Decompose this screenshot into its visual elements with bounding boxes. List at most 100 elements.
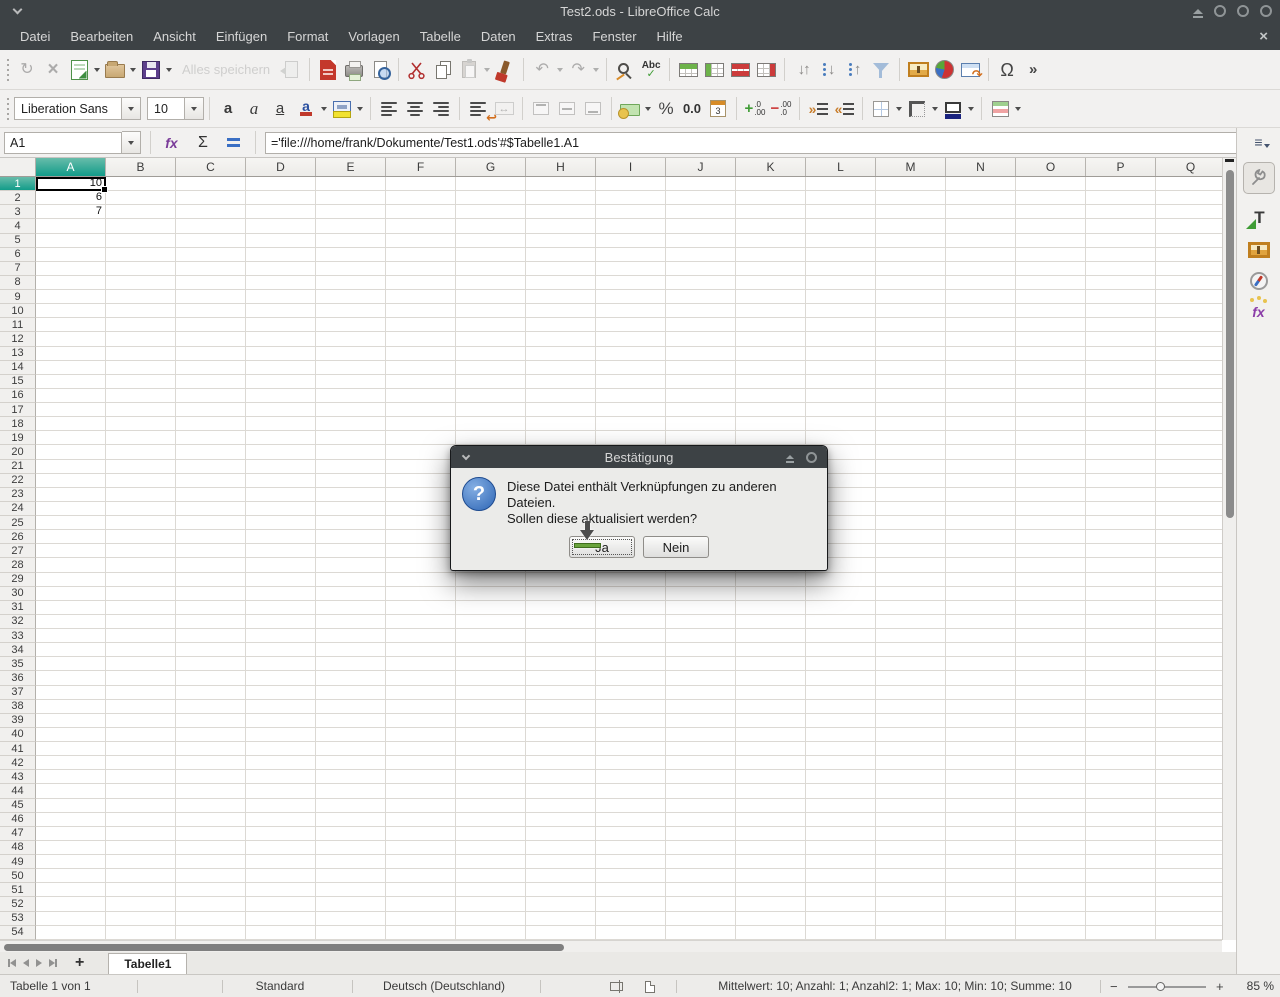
cell-F31[interactable]	[386, 601, 456, 615]
cell-A10[interactable]	[36, 304, 106, 318]
cell-N12[interactable]	[946, 332, 1016, 346]
cell-F38[interactable]	[386, 700, 456, 714]
percent-format-button[interactable]: %	[653, 95, 679, 122]
cell-I13[interactable]	[596, 347, 666, 361]
dialog-titlebar[interactable]: Bestätigung	[451, 446, 827, 468]
cell-A5[interactable]	[36, 234, 106, 248]
cell-Q6[interactable]	[1156, 248, 1222, 262]
cell-A29[interactable]	[36, 573, 106, 587]
cell-N13[interactable]	[946, 347, 1016, 361]
print-button[interactable]	[341, 56, 367, 83]
cell-J30[interactable]	[666, 587, 736, 601]
cell-N52[interactable]	[946, 897, 1016, 911]
cell-I37[interactable]	[596, 686, 666, 700]
cell-M44[interactable]	[876, 784, 946, 798]
cell-D14[interactable]	[246, 361, 316, 375]
cell-D3[interactable]	[246, 205, 316, 219]
cell-N44[interactable]	[946, 784, 1016, 798]
column-header-K[interactable]: K	[736, 158, 806, 176]
column-header-G[interactable]: G	[456, 158, 526, 176]
cell-P32[interactable]	[1086, 615, 1156, 629]
cell-P46[interactable]	[1086, 813, 1156, 827]
cell-Q11[interactable]	[1156, 318, 1222, 332]
cell-J44[interactable]	[666, 784, 736, 798]
cell-N47[interactable]	[946, 827, 1016, 841]
cell-M24[interactable]	[876, 502, 946, 516]
cell-F21[interactable]	[386, 460, 456, 474]
cell-Q12[interactable]	[1156, 332, 1222, 346]
cell-B45[interactable]	[106, 799, 176, 813]
row-header-46[interactable]: 46	[0, 813, 36, 827]
cell-A15[interactable]	[36, 375, 106, 389]
cell-G10[interactable]	[456, 304, 526, 318]
cell-C53[interactable]	[176, 912, 246, 926]
cell-O47[interactable]	[1016, 827, 1086, 841]
column-header-I[interactable]: I	[596, 158, 666, 176]
cell-F29[interactable]	[386, 573, 456, 587]
cell-H38[interactable]	[526, 700, 596, 714]
cell-P1[interactable]	[1086, 177, 1156, 191]
cell-P19[interactable]	[1086, 431, 1156, 445]
cell-A35[interactable]	[36, 657, 106, 671]
save-dropdown[interactable]	[166, 68, 172, 72]
cell-B32[interactable]	[106, 615, 176, 629]
cell-E21[interactable]	[316, 460, 386, 474]
underline-button[interactable]: a	[267, 95, 293, 122]
cell-O27[interactable]	[1016, 544, 1086, 558]
insert-chart-button[interactable]	[931, 56, 957, 83]
cell-N31[interactable]	[946, 601, 1016, 615]
cell-M20[interactable]	[876, 445, 946, 459]
cell-G15[interactable]	[456, 375, 526, 389]
cell-F44[interactable]	[386, 784, 456, 798]
row-header-36[interactable]: 36	[0, 671, 36, 685]
cell-O36[interactable]	[1016, 671, 1086, 685]
cell-C10[interactable]	[176, 304, 246, 318]
cell-G13[interactable]	[456, 347, 526, 361]
sort-descending-button[interactable]: ↓	[816, 56, 842, 83]
cell-H43[interactable]	[526, 770, 596, 784]
cell-J42[interactable]	[666, 756, 736, 770]
cell-I38[interactable]	[596, 700, 666, 714]
cell-A32[interactable]	[36, 615, 106, 629]
cell-B27[interactable]	[106, 544, 176, 558]
cell-A52[interactable]	[36, 897, 106, 911]
column-header-A[interactable]: A	[36, 158, 106, 176]
cell-B38[interactable]	[106, 700, 176, 714]
row-header-9[interactable]: 9	[0, 290, 36, 304]
cell-J45[interactable]	[666, 799, 736, 813]
cell-C6[interactable]	[176, 248, 246, 262]
row-header-27[interactable]: 27	[0, 544, 36, 558]
cell-H50[interactable]	[526, 869, 596, 883]
cell-K7[interactable]	[736, 262, 806, 276]
cell-H14[interactable]	[526, 361, 596, 375]
cell-B11[interactable]	[106, 318, 176, 332]
cell-F49[interactable]	[386, 855, 456, 869]
menu-einfuegen[interactable]: Einfügen	[206, 29, 277, 44]
cell-P38[interactable]	[1086, 700, 1156, 714]
cell-D4[interactable]	[246, 219, 316, 233]
borders-button[interactable]	[868, 95, 894, 122]
row-header-6[interactable]: 6	[0, 248, 36, 262]
cell-D52[interactable]	[246, 897, 316, 911]
cell-F24[interactable]	[386, 502, 456, 516]
sidebar-tab-navigator[interactable]	[1250, 272, 1268, 290]
cell-B42[interactable]	[106, 756, 176, 770]
cell-G40[interactable]	[456, 728, 526, 742]
cell-H6[interactable]	[526, 248, 596, 262]
cell-L46[interactable]	[806, 813, 876, 827]
cell-Q38[interactable]	[1156, 700, 1222, 714]
cell-J31[interactable]	[666, 601, 736, 615]
cell-B12[interactable]	[106, 332, 176, 346]
cell-K39[interactable]	[736, 714, 806, 728]
cell-H42[interactable]	[526, 756, 596, 770]
cell-C21[interactable]	[176, 460, 246, 474]
cell-N4[interactable]	[946, 219, 1016, 233]
cell-L1[interactable]	[806, 177, 876, 191]
cell-F47[interactable]	[386, 827, 456, 841]
cell-Q48[interactable]	[1156, 841, 1222, 855]
cell-N15[interactable]	[946, 375, 1016, 389]
cell-K10[interactable]	[736, 304, 806, 318]
cell-I48[interactable]	[596, 841, 666, 855]
cell-E54[interactable]	[316, 926, 386, 940]
cell-O49[interactable]	[1016, 855, 1086, 869]
